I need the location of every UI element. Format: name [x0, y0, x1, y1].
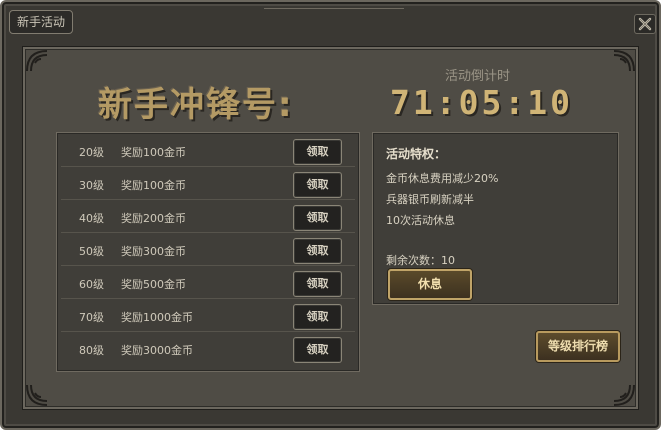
- reward-level: 70级: [79, 311, 104, 324]
- corner-ornament-icon: [25, 49, 51, 75]
- claim-button[interactable]: 领取: [293, 337, 342, 363]
- privilege-panel: 活动特权： 金币休息费用减少20% 兵器银币刷新减半 10次活动休息 剩余次数：…: [372, 132, 619, 305]
- reward-level: 50级: [79, 245, 104, 258]
- reward-row: 30级 奖励100金币 领取: [61, 169, 355, 200]
- event-window: 新手活动 新手冲锋号: 活动倒计时 71:05:10 20级 奖励100金币 领…: [0, 0, 661, 430]
- reward-row: 80级 奖励3000金币 领取: [61, 334, 355, 364]
- claim-button[interactable]: 领取: [293, 205, 342, 231]
- reward-level: 60级: [79, 278, 104, 291]
- rest-button[interactable]: 休息: [388, 269, 472, 300]
- reward-level: 30级: [79, 179, 104, 192]
- reward-row: 20级 奖励100金币 领取: [61, 136, 355, 167]
- reward-amount: 奖励100金币: [121, 179, 186, 192]
- corner-ornament-icon: [610, 381, 636, 407]
- claim-button[interactable]: 领取: [293, 304, 342, 330]
- claim-button[interactable]: 领取: [293, 139, 342, 165]
- corner-ornament-icon: [25, 381, 51, 407]
- claim-button[interactable]: 领取: [293, 172, 342, 198]
- corner-ornament-icon: [610, 49, 636, 75]
- reward-list: 20级 奖励100金币 领取 30级 奖励100金币 领取 40级 奖励200金…: [56, 132, 360, 372]
- reward-level: 80级: [79, 344, 104, 357]
- content-panel: 新手冲锋号: 活动倒计时 71:05:10 20级 奖励100金币 领取 30级…: [22, 46, 639, 410]
- privilege-line: 10次活动休息: [386, 214, 455, 227]
- level-ranking-button[interactable]: 等级排行榜: [536, 331, 620, 362]
- close-button[interactable]: [634, 14, 656, 34]
- reward-level: 40级: [79, 212, 104, 225]
- reward-row: 60级 奖励500金币 领取: [61, 268, 355, 299]
- reward-amount: 奖励3000金币: [121, 344, 193, 357]
- window-title-tab: 新手活动: [9, 10, 73, 34]
- reward-amount: 奖励300金币: [121, 245, 186, 258]
- top-ornament: [264, 2, 404, 9]
- reward-amount: 奖励100金币: [121, 146, 186, 159]
- reward-amount: 奖励500金币: [121, 278, 186, 291]
- countdown-label: 活动倒计时: [445, 69, 511, 84]
- reward-row: 40级 奖励200金币 领取: [61, 202, 355, 233]
- close-icon: [638, 17, 652, 31]
- claim-button[interactable]: 领取: [293, 238, 342, 264]
- reward-level: 20级: [79, 146, 104, 159]
- privilege-line: 金币休息费用减少20%: [386, 172, 499, 185]
- remaining-count: 剩余次数：10: [386, 254, 455, 267]
- reward-row: 70级 奖励1000金币 领取: [61, 301, 355, 332]
- event-title: 新手冲锋号:: [98, 85, 294, 125]
- countdown-timer: 71:05:10: [390, 83, 573, 122]
- reward-amount: 奖励200金币: [121, 212, 186, 225]
- privilege-title: 活动特权：: [386, 147, 447, 161]
- reward-row: 50级 奖励300金币 领取: [61, 235, 355, 266]
- claim-button[interactable]: 领取: [293, 271, 342, 297]
- reward-amount: 奖励1000金币: [121, 311, 193, 324]
- privilege-line: 兵器银币刷新减半: [386, 193, 474, 206]
